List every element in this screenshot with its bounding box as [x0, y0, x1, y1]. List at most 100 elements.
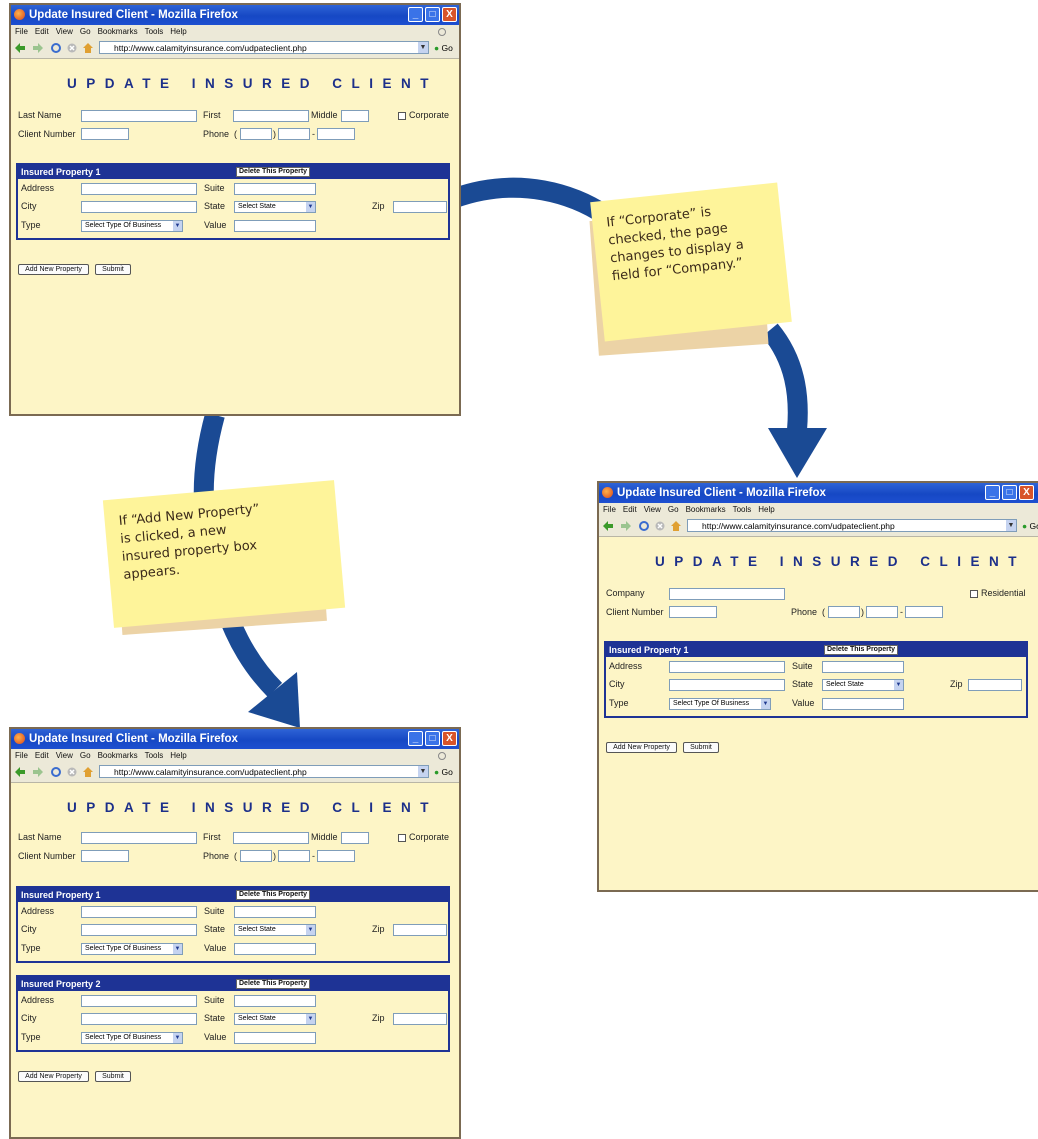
value-input[interactable] [234, 220, 316, 232]
menu-view[interactable]: View [644, 505, 661, 514]
suite-input[interactable] [234, 183, 316, 195]
stop-icon[interactable] [655, 521, 665, 531]
phone-line-input[interactable] [317, 850, 355, 862]
residential-checkbox[interactable] [970, 590, 978, 598]
phone-prefix-input[interactable] [278, 128, 310, 140]
phone-prefix-input[interactable] [866, 606, 898, 618]
zip-input[interactable] [393, 924, 447, 936]
delete-property-button[interactable]: Delete This Property [236, 167, 311, 177]
menu-tools[interactable]: Tools [733, 505, 752, 514]
value-input[interactable] [234, 1032, 316, 1044]
back-icon[interactable] [603, 521, 613, 531]
address-input[interactable] [81, 183, 197, 195]
submit-button[interactable]: Submit [683, 742, 719, 753]
delete-property-button[interactable]: Delete This Property [236, 890, 311, 900]
close-button[interactable]: X [1019, 485, 1034, 500]
maximize-button[interactable]: □ [425, 7, 440, 22]
address-bar[interactable]: http://www.calamityinsurance.com/udpatec… [687, 519, 1017, 532]
url-dropdown-icon[interactable]: ▼ [418, 766, 428, 777]
suite-input[interactable] [822, 661, 904, 673]
go-button[interactable]: ● Go [1022, 516, 1038, 536]
business-type-select[interactable]: Select Type Of Business ▼ [81, 943, 183, 955]
menu-edit[interactable]: Edit [35, 27, 49, 36]
submit-button[interactable]: Submit [95, 264, 131, 275]
suite-input[interactable] [234, 995, 316, 1007]
state-select[interactable]: Select State ▼ [234, 924, 316, 936]
delete-property-button[interactable]: Delete This Property [236, 979, 311, 989]
zip-input[interactable] [968, 679, 1022, 691]
minimize-button[interactable]: _ [985, 485, 1000, 500]
menu-tools[interactable]: Tools [145, 751, 164, 760]
home-icon[interactable] [671, 521, 681, 531]
menu-file[interactable]: File [603, 505, 616, 514]
business-type-select[interactable]: Select Type Of Business ▼ [81, 220, 183, 232]
url-dropdown-icon[interactable]: ▼ [418, 42, 428, 53]
menu-bookmarks[interactable]: Bookmarks [98, 27, 138, 36]
reload-icon[interactable] [51, 43, 61, 53]
delete-property-button[interactable]: Delete This Property [824, 645, 899, 655]
value-input[interactable] [234, 943, 316, 955]
close-button[interactable]: X [442, 731, 457, 746]
first-name-input[interactable] [233, 832, 309, 844]
stop-icon[interactable] [67, 43, 77, 53]
city-input[interactable] [81, 201, 197, 213]
zip-input[interactable] [393, 201, 447, 213]
city-input[interactable] [81, 1013, 197, 1025]
minimize-button[interactable]: _ [408, 731, 423, 746]
client-number-input[interactable] [81, 128, 129, 140]
add-new-property-button[interactable]: Add New Property [18, 1071, 89, 1082]
close-button[interactable]: X [442, 7, 457, 22]
menu-go[interactable]: Go [80, 27, 91, 36]
address-input[interactable] [81, 906, 197, 918]
phone-area-input[interactable] [240, 850, 272, 862]
minimize-button[interactable]: _ [408, 7, 423, 22]
add-new-property-button[interactable]: Add New Property [18, 264, 89, 275]
go-button[interactable]: ● Go [434, 38, 453, 58]
menu-help[interactable]: Help [170, 751, 186, 760]
state-select[interactable]: Select State ▼ [234, 1013, 316, 1025]
add-new-property-button[interactable]: Add New Property [606, 742, 677, 753]
forward-icon[interactable] [33, 43, 43, 53]
client-number-input[interactable] [81, 850, 129, 862]
menu-edit[interactable]: Edit [623, 505, 637, 514]
phone-area-input[interactable] [240, 128, 272, 140]
business-type-select[interactable]: Select Type Of Business ▼ [81, 1032, 183, 1044]
back-icon[interactable] [15, 43, 25, 53]
menu-view[interactable]: View [56, 751, 73, 760]
reload-icon[interactable] [51, 767, 61, 777]
phone-line-input[interactable] [317, 128, 355, 140]
first-name-input[interactable] [233, 110, 309, 122]
client-number-input[interactable] [669, 606, 717, 618]
url-dropdown-icon[interactable]: ▼ [1006, 520, 1016, 531]
maximize-button[interactable]: □ [1002, 485, 1017, 500]
home-icon[interactable] [83, 43, 93, 53]
forward-icon[interactable] [33, 767, 43, 777]
address-input[interactable] [669, 661, 785, 673]
corporate-checkbox[interactable] [398, 834, 406, 842]
address-bar[interactable]: http://www.calamityinsurance.com/udpatec… [99, 41, 429, 54]
menu-go[interactable]: Go [668, 505, 679, 514]
menu-go[interactable]: Go [80, 751, 91, 760]
menu-help[interactable]: Help [170, 27, 186, 36]
suite-input[interactable] [234, 906, 316, 918]
menu-edit[interactable]: Edit [35, 751, 49, 760]
city-input[interactable] [81, 924, 197, 936]
menu-view[interactable]: View [56, 27, 73, 36]
last-name-input[interactable] [81, 110, 197, 122]
address-input[interactable] [81, 995, 197, 1007]
menu-file[interactable]: File [15, 27, 28, 36]
stop-icon[interactable] [67, 767, 77, 777]
phone-line-input[interactable] [905, 606, 943, 618]
menu-bookmarks[interactable]: Bookmarks [686, 505, 726, 514]
company-input[interactable] [669, 588, 785, 600]
value-input[interactable] [822, 698, 904, 710]
menu-file[interactable]: File [15, 751, 28, 760]
phone-area-input[interactable] [828, 606, 860, 618]
zip-input[interactable] [393, 1013, 447, 1025]
menu-bookmarks[interactable]: Bookmarks [98, 751, 138, 760]
back-icon[interactable] [15, 767, 25, 777]
menu-help[interactable]: Help [758, 505, 774, 514]
middle-name-input[interactable] [341, 832, 369, 844]
business-type-select[interactable]: Select Type Of Business ▼ [669, 698, 771, 710]
state-select[interactable]: Select State ▼ [234, 201, 316, 213]
